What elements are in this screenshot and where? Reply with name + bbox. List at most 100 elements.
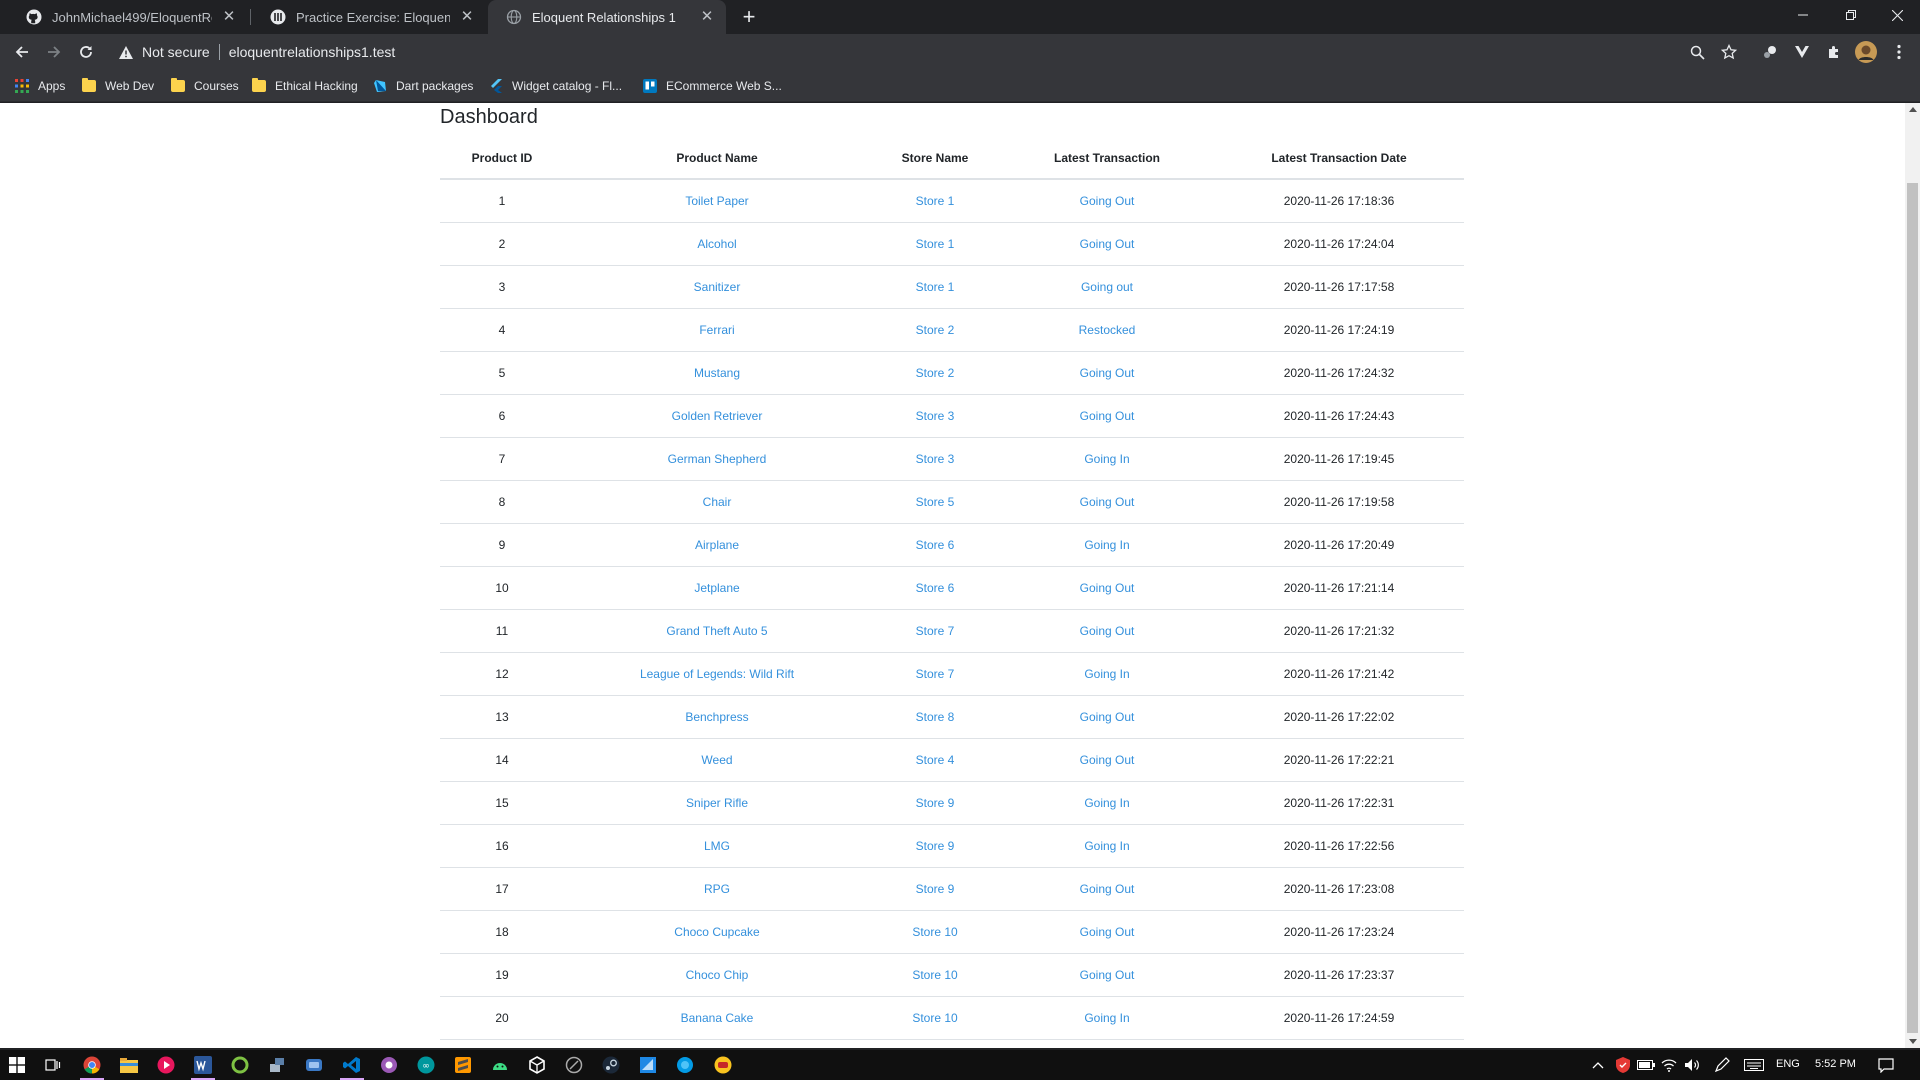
- reload-button[interactable]: [72, 38, 100, 66]
- zoom-icon[interactable]: [1683, 38, 1711, 66]
- transaction-link[interactable]: Going In: [1084, 667, 1129, 681]
- transaction-link[interactable]: Going Out: [1080, 495, 1135, 509]
- store-name-link[interactable]: Store 3: [916, 409, 955, 423]
- transaction-link[interactable]: Going Out: [1080, 237, 1135, 251]
- product-name-link[interactable]: Chair: [703, 495, 732, 509]
- transaction-link[interactable]: Going Out: [1080, 409, 1135, 423]
- product-name-link[interactable]: Benchpress: [685, 710, 748, 724]
- store-name-link[interactable]: Store 7: [916, 624, 955, 638]
- tab-eloquent-relationships[interactable]: Eloquent Relationships 1 ✕: [488, 0, 726, 34]
- product-name-link[interactable]: Toilet Paper: [685, 194, 748, 208]
- transaction-link[interactable]: Going out: [1081, 280, 1133, 294]
- store-name-link[interactable]: Store 9: [916, 882, 955, 896]
- app-icon[interactable]: [562, 1053, 586, 1077]
- transaction-link[interactable]: Going Out: [1080, 710, 1135, 724]
- product-name-link[interactable]: Banana Cake: [681, 1011, 754, 1025]
- product-name-link[interactable]: Choco Cupcake: [674, 925, 759, 939]
- extensions-puzzle-icon[interactable]: [1820, 38, 1848, 66]
- product-name-link[interactable]: Ferrari: [699, 323, 734, 337]
- keyboard-icon[interactable]: [1742, 1053, 1766, 1077]
- store-name-link[interactable]: Store 5: [916, 495, 955, 509]
- arduino-icon[interactable]: ∞: [414, 1053, 438, 1077]
- vscode-icon[interactable]: [340, 1053, 364, 1080]
- transaction-link[interactable]: Going In: [1084, 839, 1129, 853]
- product-name-link[interactable]: Weed: [701, 753, 732, 767]
- store-name-link[interactable]: Store 10: [912, 968, 957, 982]
- tools-icon[interactable]: [265, 1053, 289, 1077]
- vertical-scrollbar[interactable]: [1905, 103, 1920, 1048]
- close-icon[interactable]: ✕: [220, 8, 238, 26]
- address-bar[interactable]: Not secure eloquentrelationships1.test: [108, 38, 1734, 66]
- product-name-link[interactable]: Sniper Rifle: [686, 796, 748, 810]
- warning-icon[interactable]: [118, 44, 134, 60]
- product-name-link[interactable]: Airplane: [695, 538, 739, 552]
- app-icon[interactable]: [228, 1053, 252, 1077]
- tab-laracasts[interactable]: Practice Exercise: Eloquent Relati ✕: [252, 0, 486, 34]
- volume-icon[interactable]: [1680, 1053, 1704, 1077]
- store-name-link[interactable]: Store 1: [916, 237, 955, 251]
- back-button[interactable]: [8, 38, 36, 66]
- file-explorer-icon[interactable]: [117, 1053, 141, 1077]
- android-studio-icon[interactable]: [488, 1053, 512, 1077]
- transaction-link[interactable]: Going Out: [1080, 753, 1135, 767]
- product-name-link[interactable]: RPG: [704, 882, 730, 896]
- product-name-link[interactable]: Alcohol: [697, 237, 736, 251]
- transaction-link[interactable]: Going Out: [1080, 194, 1135, 208]
- store-name-link[interactable]: Store 8: [916, 710, 955, 724]
- task-view-icon[interactable]: [41, 1053, 65, 1077]
- product-name-link[interactable]: LMG: [704, 839, 730, 853]
- bookmark-courses[interactable]: Courses: [170, 76, 239, 96]
- store-name-link[interactable]: Store 10: [912, 925, 957, 939]
- transaction-link[interactable]: Going Out: [1080, 968, 1135, 982]
- chevron-up-icon[interactable]: [1586, 1053, 1610, 1077]
- transaction-link[interactable]: Going Out: [1080, 925, 1135, 939]
- store-name-link[interactable]: Store 10: [912, 1011, 957, 1025]
- transaction-link[interactable]: Going Out: [1080, 882, 1135, 896]
- media-player-icon[interactable]: [154, 1053, 178, 1077]
- store-name-link[interactable]: Store 4: [916, 753, 955, 767]
- extension-icon[interactable]: [1756, 38, 1784, 66]
- scroll-down-arrow-icon[interactable]: [1909, 1039, 1917, 1044]
- sublime-icon[interactable]: [451, 1053, 475, 1077]
- menu-kebab-icon[interactable]: [1885, 38, 1913, 66]
- steam-icon[interactable]: [599, 1053, 623, 1077]
- notifications-icon[interactable]: [1874, 1053, 1898, 1077]
- unity-icon[interactable]: [525, 1053, 549, 1077]
- bookmark-ethical-hacking[interactable]: Ethical Hacking: [251, 76, 358, 96]
- app-icon[interactable]: [673, 1053, 697, 1077]
- store-name-link[interactable]: Store 2: [916, 366, 955, 380]
- app-icon[interactable]: [711, 1053, 735, 1077]
- product-name-link[interactable]: Golden Retriever: [672, 409, 763, 423]
- store-name-link[interactable]: Store 3: [916, 452, 955, 466]
- store-name-link[interactable]: Store 1: [916, 194, 955, 208]
- store-name-link[interactable]: Store 1: [916, 280, 955, 294]
- transaction-link[interactable]: Going Out: [1080, 581, 1135, 595]
- pen-icon[interactable]: [1710, 1053, 1734, 1077]
- transaction-link[interactable]: Going In: [1084, 538, 1129, 552]
- store-name-link[interactable]: Store 9: [916, 796, 955, 810]
- windows-start-icon[interactable]: [5, 1053, 29, 1077]
- app-icon[interactable]: [377, 1053, 401, 1077]
- product-name-link[interactable]: Jetplane: [694, 581, 739, 595]
- store-name-link[interactable]: Store 2: [916, 323, 955, 337]
- transaction-link[interactable]: Going Out: [1080, 366, 1135, 380]
- product-name-link[interactable]: Mustang: [694, 366, 740, 380]
- word-icon[interactable]: [191, 1053, 215, 1080]
- transaction-link[interactable]: Going In: [1084, 1011, 1129, 1025]
- product-name-link[interactable]: German Shepherd: [668, 452, 767, 466]
- transaction-link[interactable]: Going Out: [1080, 624, 1135, 638]
- bookmark-web-dev[interactable]: Web Dev: [81, 76, 154, 96]
- store-name-link[interactable]: Store 6: [916, 581, 955, 595]
- wifi-icon[interactable]: [1657, 1053, 1681, 1077]
- battery-icon[interactable]: [1634, 1053, 1658, 1077]
- shield-icon[interactable]: [1611, 1053, 1635, 1077]
- security-label[interactable]: Not secure: [142, 44, 210, 60]
- vue-devtools-icon[interactable]: [1788, 38, 1816, 66]
- new-tab-button[interactable]: +: [735, 3, 763, 31]
- bookmark-star-icon[interactable]: [1715, 38, 1743, 66]
- app-icon[interactable]: [636, 1053, 660, 1077]
- url-text[interactable]: eloquentrelationships1.test: [229, 44, 396, 60]
- forward-button[interactable]: [40, 38, 68, 66]
- language-indicator[interactable]: ENG: [1776, 1058, 1800, 1070]
- bookmark-widget-catalog[interactable]: Widget catalog - Fl...: [488, 76, 622, 96]
